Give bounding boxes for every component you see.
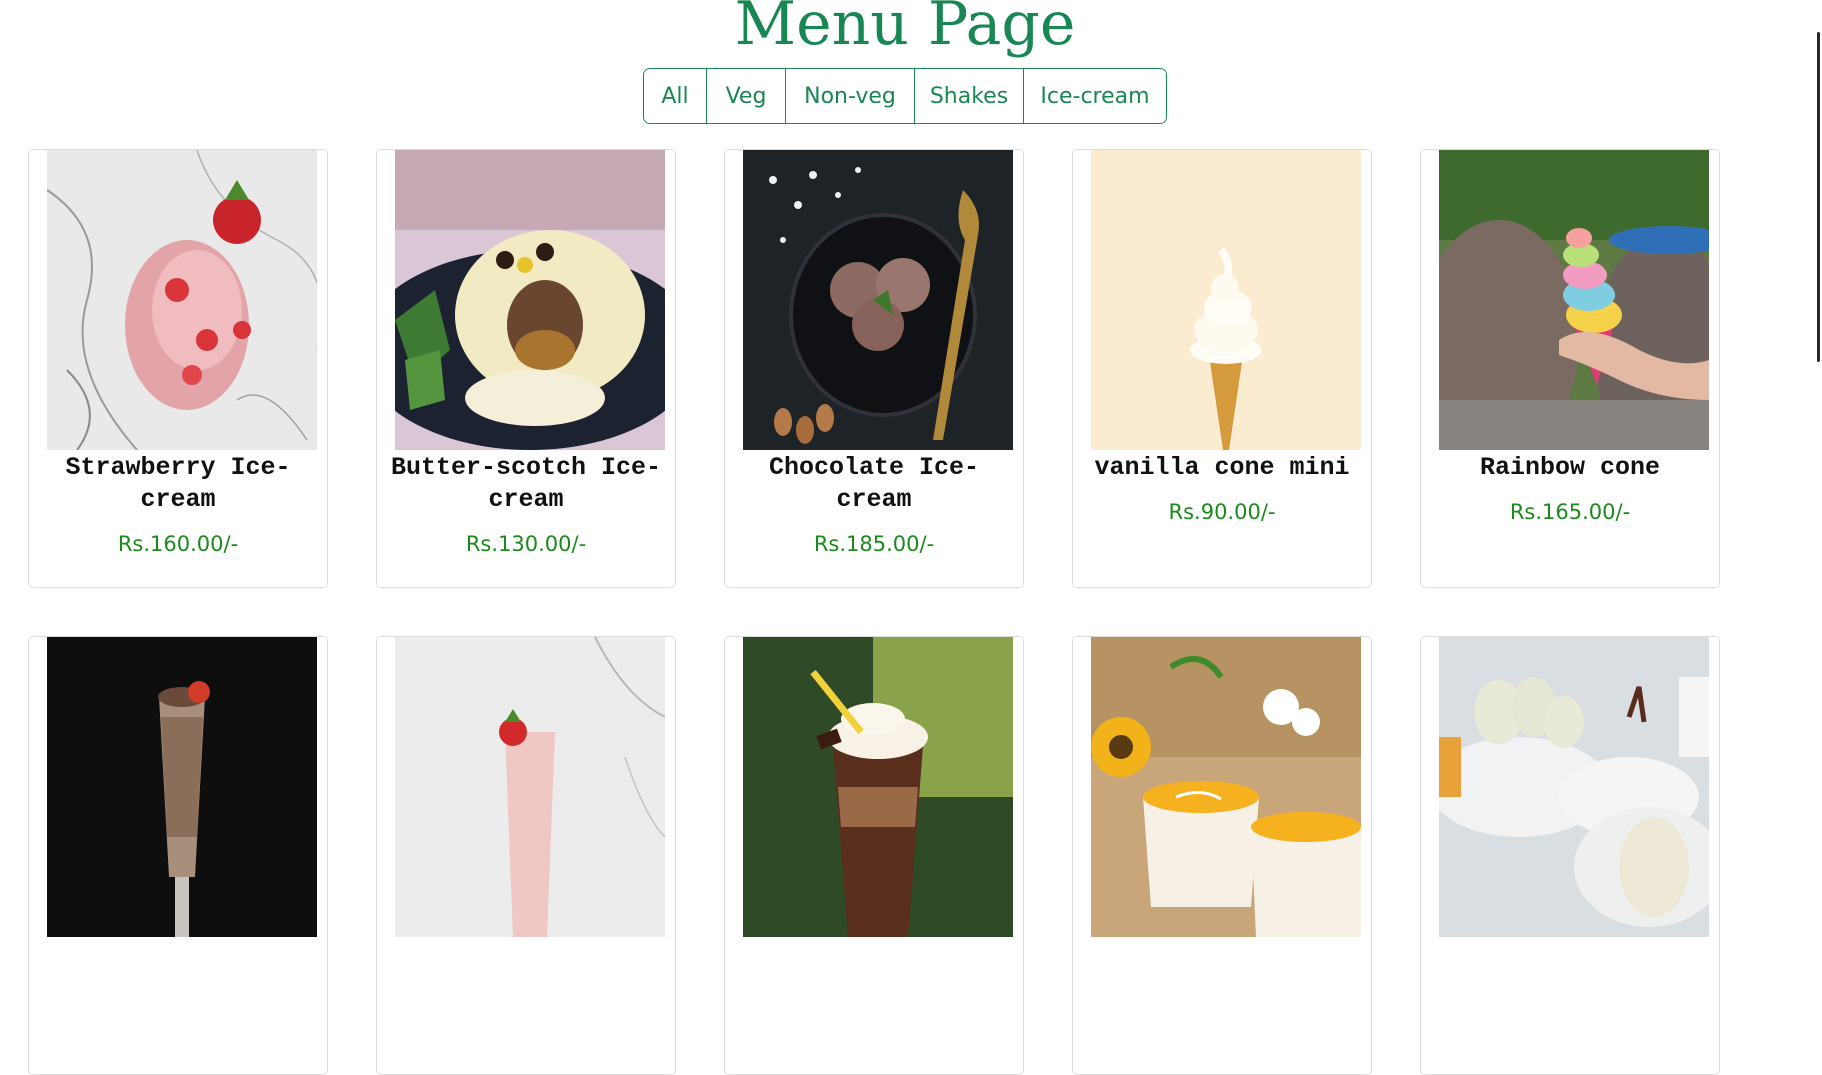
chocolate-shake-image bbox=[47, 637, 317, 937]
menu-card[interactable]: Strawberry Ice-cream Rs.160.00/- bbox=[28, 149, 328, 588]
menu-grid: Strawberry Ice-cream Rs.160.00/- Butter-… bbox=[28, 149, 1720, 1075]
menu-item-info: Chocolate Ice-cream Rs.185.00/- bbox=[735, 450, 1013, 560]
filter-icecream-button[interactable]: Ice-cream bbox=[1024, 69, 1166, 123]
rainbow-cone-image bbox=[1439, 150, 1709, 450]
filter-veg-button[interactable]: Veg bbox=[707, 69, 786, 123]
menu-card[interactable] bbox=[1420, 636, 1720, 1075]
menu-card[interactable] bbox=[1072, 636, 1372, 1075]
menu-item-info: vanilla cone mini Rs.90.00/- bbox=[1083, 450, 1361, 528]
menu-item-name: Strawberry Ice-cream bbox=[65, 453, 291, 514]
vanilla-cone-image bbox=[1091, 150, 1361, 450]
scrollbar-thumb[interactable] bbox=[1817, 32, 1820, 362]
menu-item-price: Rs.185.00/- bbox=[813, 532, 935, 556]
menu-item-info: Rainbow cone Rs.165.00/- bbox=[1431, 450, 1709, 528]
cold-coffee-shake-image bbox=[743, 637, 1013, 937]
menu-item-info: Butter-scotch Ice-cream Rs.130.00/- bbox=[387, 450, 665, 560]
vertical-scrollbar[interactable] bbox=[1810, 0, 1822, 843]
filter-shakes-button[interactable]: Shakes bbox=[915, 69, 1024, 123]
menu-item-name: Rainbow cone bbox=[1479, 453, 1661, 482]
strawberry-shake-image bbox=[395, 637, 665, 937]
menu-card[interactable]: Chocolate Ice-cream Rs.185.00/- bbox=[724, 149, 1024, 588]
menu-card[interactable]: Butter-scotch Ice-cream Rs.130.00/- bbox=[376, 149, 676, 588]
menu-item-info: Strawberry Ice-cream Rs.160.00/- bbox=[39, 450, 317, 560]
mango-dessert-image bbox=[1091, 637, 1361, 937]
menu-card[interactable] bbox=[724, 636, 1024, 1075]
menu-card[interactable]: Rainbow cone Rs.165.00/- bbox=[1420, 149, 1720, 588]
chocolate-icecream-image bbox=[743, 150, 1013, 450]
menu-item-price: Rs.90.00/- bbox=[1168, 500, 1276, 524]
veg-platter-image bbox=[1439, 637, 1709, 937]
page-title: Menu Page bbox=[734, 0, 1076, 59]
filter-nonveg-button[interactable]: Non-veg bbox=[786, 69, 915, 123]
menu-card[interactable] bbox=[376, 636, 676, 1075]
menu-item-name: Chocolate Ice-cream bbox=[768, 453, 980, 514]
butterscotch-icecream-image bbox=[395, 150, 665, 450]
menu-item-price: Rs.160.00/- bbox=[117, 532, 239, 556]
menu-item-name: Butter-scotch Ice-cream bbox=[390, 453, 662, 514]
filter-all-button[interactable]: All bbox=[644, 69, 707, 123]
strawberry-icecream-image bbox=[47, 150, 317, 450]
menu-card[interactable]: vanilla cone mini Rs.90.00/- bbox=[1072, 149, 1372, 588]
category-filter-group: All Veg Non-veg Shakes Ice-cream bbox=[643, 68, 1167, 124]
menu-card[interactable] bbox=[28, 636, 328, 1075]
menu-item-name: vanilla cone mini bbox=[1094, 453, 1350, 482]
menu-item-price: Rs.130.00/- bbox=[465, 532, 587, 556]
menu-item-price: Rs.165.00/- bbox=[1509, 500, 1631, 524]
